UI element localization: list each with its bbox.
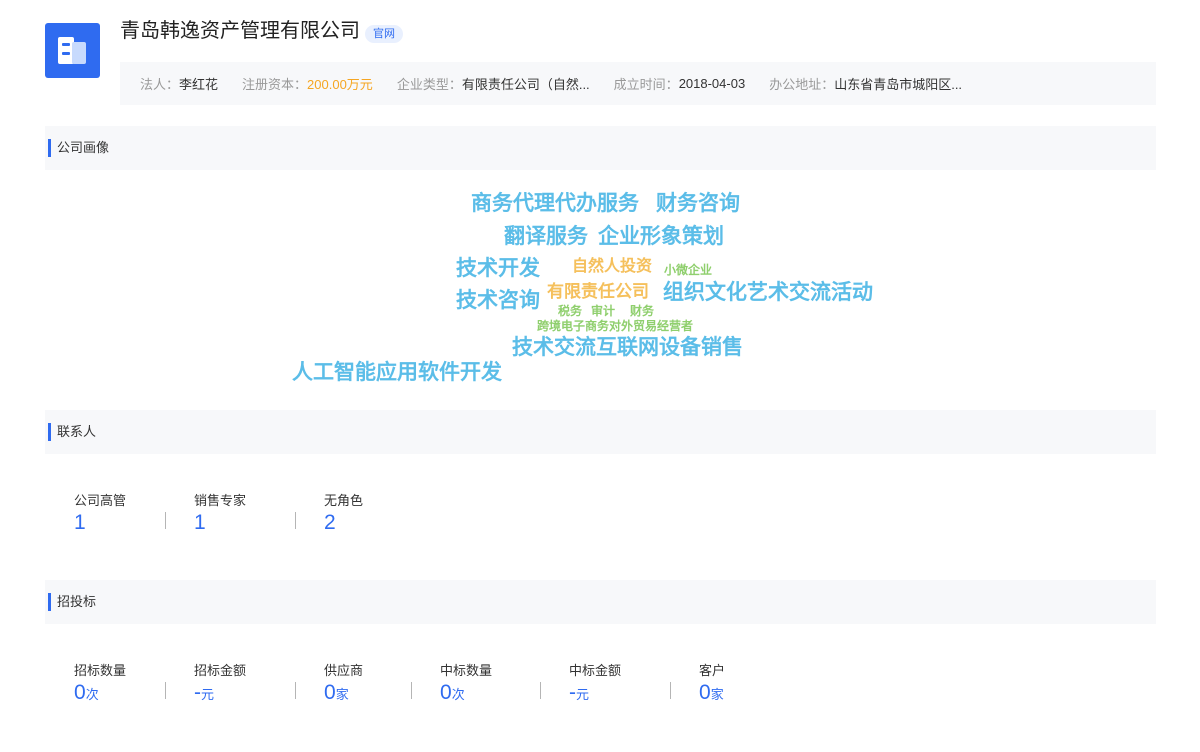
window-icon: [62, 43, 70, 46]
cloud-word: 财务咨询: [656, 192, 740, 215]
stat-label: 客户: [699, 663, 726, 678]
stat-label: 销售专家: [194, 493, 247, 508]
cloud-word: 自然人投资: [572, 258, 653, 275]
stat-no-role[interactable]: 无角色 2: [295, 492, 425, 538]
stat-tender-count[interactable]: 招标数量 0次: [45, 662, 165, 708]
cloud-word: 财务: [630, 304, 655, 318]
company-logo: [45, 23, 100, 78]
section-bidding: 招投标: [45, 580, 1156, 624]
cloud-word: 技术交流: [512, 336, 596, 359]
stat-value: -元: [569, 681, 590, 704]
cloud-word: 税务: [558, 304, 583, 318]
section-title: 联系人: [48, 423, 96, 441]
section-title: 公司画像: [48, 139, 109, 157]
stat-value: 0次: [440, 681, 465, 704]
bidding-stats: 招标数量 0次 招标金额 -元 供应商 0家 中标数量 0次 中标金额 -元 客…: [45, 662, 800, 708]
cloud-word: 翻译服务: [504, 225, 588, 248]
stat-value: 0家: [699, 681, 724, 704]
stat-label: 中标金额: [569, 663, 622, 678]
established-date-value: 2018-04-03: [678, 76, 746, 91]
established-date-label: 成立时间：: [613, 77, 679, 92]
stat-label: 公司高管: [74, 493, 127, 508]
cloud-word: 企业形象策划: [598, 225, 724, 248]
stat-win-count[interactable]: 中标数量 0次: [411, 662, 540, 708]
stat-label: 招标数量: [74, 663, 127, 678]
cloud-word: 技术开发: [456, 257, 540, 280]
stat-customers[interactable]: 客户 0家: [670, 662, 800, 708]
building-icon-secondary: [72, 42, 86, 64]
stat-executives[interactable]: 公司高管 1: [45, 492, 165, 538]
stat-label: 招标金额: [194, 663, 247, 678]
cloud-word: 有限责任公司: [547, 282, 649, 301]
section-contacts: 联系人: [45, 410, 1156, 454]
company-info-bar: 法人： 李红花 注册资本： 200.00万元 企业类型： 有限责任公司（自然..…: [120, 62, 1156, 105]
cloud-word: 小微企业: [664, 263, 713, 277]
cloud-word: 跨境电子商务对外贸易经营者: [537, 319, 694, 333]
cloud-word: 组织文化艺术交流活动: [663, 281, 873, 304]
stat-win-amount[interactable]: 中标金额 -元: [540, 662, 670, 708]
cloud-word: 商务代理代办服务: [471, 192, 639, 215]
legal-person-label: 法人：: [140, 77, 180, 92]
company-type-value: 有限责任公司（自然...: [461, 77, 590, 92]
legal-person-value[interactable]: 李红花: [179, 74, 218, 93]
registered-capital-value: 200.00万元: [307, 77, 373, 92]
cloud-word: 互联网设备销售: [596, 336, 743, 359]
window-icon: [62, 52, 70, 55]
section-company-portrait: 公司画像: [45, 126, 1156, 170]
stat-value: 0次: [74, 681, 99, 704]
official-site-badge[interactable]: 官网: [365, 25, 403, 43]
stat-value: 1: [74, 511, 86, 534]
stat-value: 0家: [324, 681, 349, 704]
company-name: 青岛韩逸资产管理有限公司: [120, 20, 360, 42]
stat-label: 供应商: [324, 663, 364, 678]
office-address-label: 办公地址：: [769, 77, 835, 92]
stat-value: 1: [194, 511, 206, 534]
registered-capital-label: 注册资本：: [242, 77, 308, 92]
stat-tender-amount[interactable]: 招标金额 -元: [165, 662, 295, 708]
stat-sales-experts[interactable]: 销售专家 1: [165, 492, 295, 538]
stat-value: -元: [194, 681, 215, 704]
section-title: 招投标: [48, 593, 96, 611]
cloud-word: 技术咨询: [456, 289, 540, 312]
tag-cloud: 商务代理代办服务 财务咨询 翻译服务 企业形象策划 技术开发 自然人投资 小微企…: [0, 0, 1200, 752]
stat-label: 中标数量: [440, 663, 493, 678]
stat-label: 无角色: [324, 493, 364, 508]
stat-suppliers[interactable]: 供应商 0家: [295, 662, 411, 708]
cloud-word: 人工智能应用软件开发: [292, 361, 502, 384]
cloud-word: 审计: [591, 304, 616, 318]
stat-value: 2: [324, 511, 336, 534]
office-address-value: 山东省青岛市城阳区...: [834, 77, 963, 92]
contacts-stats: 公司高管 1 销售专家 1 无角色 2: [45, 492, 425, 538]
company-type-label: 企业类型：: [396, 77, 462, 92]
